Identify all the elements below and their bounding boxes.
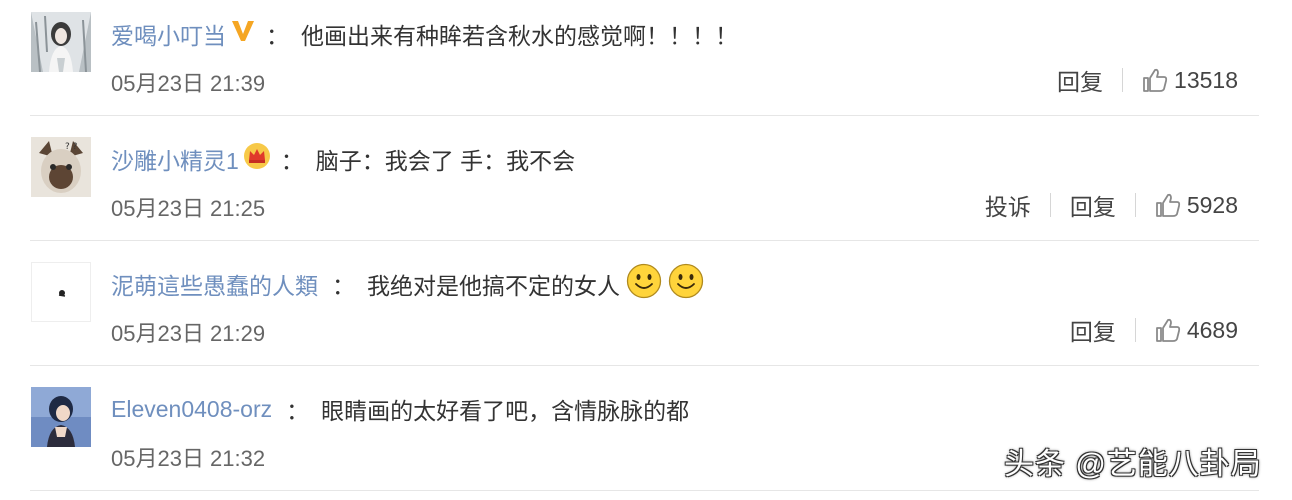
divider [30,365,1259,366]
smiley-icon [668,263,704,305]
svg-text:? ?: ? ? [65,142,78,152]
thumbs-up-icon [1155,193,1180,217]
divider [30,115,1259,116]
comment-item: ? ? 沙雕小精灵1 ： 脑子：我会了 手：我不会 05月23日 21:25 投… [0,125,1292,250]
like-button[interactable]: 4689 [1155,317,1238,344]
comment-text: 我绝对是他搞不定的女人 [367,273,620,299]
report-button[interactable]: 投诉 [985,188,1031,222]
comment-item: 爱喝小叮当 ： 他画出来有种眸若含秋水的感觉啊！！！！ 05月23日 21:39… [0,0,1292,125]
smiley-icon [626,263,662,305]
v-badge-icon [230,19,256,49]
colon-separator: ： [286,398,310,424]
action-divider [1049,193,1051,217]
comment-timestamp: 05月23日 21:29 [111,321,266,346]
like-count: 13518 [1174,66,1238,93]
comment-text: 眼睛画的太好看了吧，含情脉脉的都 [321,398,690,424]
username-link[interactable]: Eleven0408-orz [111,396,272,423]
comment-text: 脑子：我会了 手：我不会 [315,148,576,174]
reply-button[interactable]: 回复 [1070,188,1116,222]
comment-timestamp: 05月23日 21:39 [111,71,266,96]
like-button[interactable]: 13518 [1142,67,1238,94]
action-divider [1134,318,1136,342]
username-link[interactable]: 泥萌這些愚蠢的人類 [111,267,318,301]
reply-button[interactable]: 回复 [1070,313,1116,347]
colon-separator: ： [280,148,304,174]
divider [30,490,1259,491]
divider [30,240,1259,241]
thumbs-up-icon [1155,318,1180,342]
crown-badge-icon [243,142,271,176]
avatar[interactable] [31,12,91,72]
action-divider [1134,193,1136,217]
avatar[interactable] [31,387,91,447]
avatar[interactable] [31,262,91,322]
comment-text: 他画出来有种眸若含秋水的感觉啊！！！！ [301,23,738,49]
watermark: 头条 @艺能八卦局 [1004,448,1262,481]
like-count: 5928 [1186,191,1238,218]
comment-item: 泥萌這些愚蠢的人類 ： 我绝对是他搞不定的女人 05月23日 21:29 回复 [0,250,1292,375]
comment-timestamp: 05月23日 21:32 [111,446,266,471]
thumbs-up-icon [1143,68,1168,92]
username-link[interactable]: 爱喝小叮当 [111,17,226,51]
like-count: 4689 [1186,316,1238,343]
like-button[interactable]: 5928 [1155,192,1238,219]
avatar[interactable]: ? ? [31,137,91,197]
reply-button[interactable]: 回复 [1057,63,1103,97]
colon-separator: ： [266,23,289,49]
comment-timestamp: 05月23日 21:25 [111,196,266,221]
action-divider [1122,68,1124,92]
username-link[interactable]: 沙雕小精灵1 [111,142,239,176]
colon-separator: ： [332,273,355,299]
